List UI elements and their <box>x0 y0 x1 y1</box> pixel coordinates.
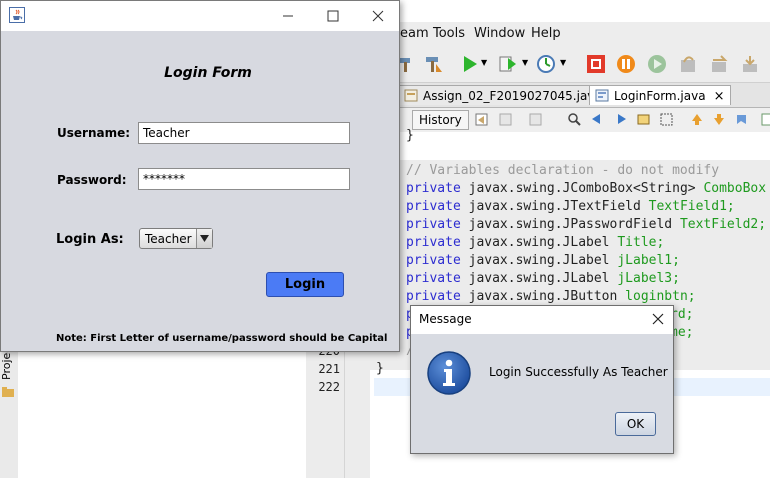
find-previous-icon[interactable] <box>590 112 605 127</box>
minimize-icon[interactable] <box>277 5 299 27</box>
folder-icon <box>2 387 14 397</box>
step-into-icon <box>712 55 728 72</box>
continue-icon <box>648 55 666 73</box>
code-brace: } <box>406 128 414 143</box>
next-bookmark-icon[interactable] <box>712 112 727 127</box>
java-file-icon <box>404 89 418 102</box>
note-text: Note: First Letter of username/password … <box>56 333 388 344</box>
stop-icon[interactable] <box>586 54 606 74</box>
login-as-label: Login As: <box>56 232 124 247</box>
line-number: 221 <box>318 362 340 376</box>
code-line: private javax.swing.JLabel jLabel3; <box>406 271 680 286</box>
form-file-icon <box>595 89 609 102</box>
username-field[interactable]: Teacher <box>138 122 350 144</box>
ok-button[interactable]: OK <box>615 412 656 436</box>
find-icon[interactable] <box>567 112 582 127</box>
line-number-gutter: 220 221 222 <box>306 330 345 478</box>
step-out-icon <box>743 56 757 72</box>
role-dropdown[interactable]: Teacher <box>139 228 213 249</box>
forward-icon <box>529 113 542 126</box>
chevron-down-icon <box>200 235 209 242</box>
run-icon[interactable] <box>460 54 480 74</box>
debug-icon[interactable] <box>498 54 518 74</box>
code-line: private javax.swing.JButton loginbtn; <box>406 289 696 304</box>
prev-bookmark-icon[interactable] <box>690 112 705 127</box>
message-dialog-titlebar[interactable]: Message <box>411 306 673 334</box>
role-selected-value: Teacher <box>145 232 192 246</box>
form-title: Login Form <box>164 65 252 81</box>
shift-left-icon[interactable] <box>760 112 770 127</box>
tab-label: LoginForm.java <box>614 89 706 103</box>
pause-icon[interactable] <box>616 54 636 74</box>
last-edit-icon[interactable] <box>474 112 489 127</box>
close-icon[interactable] <box>367 5 389 27</box>
code-closing-brace: } <box>376 361 384 376</box>
dialog-message: Login Successfully As Teacher <box>489 365 668 379</box>
login-button[interactable]: Login <box>266 272 344 297</box>
dialog-title: Message <box>419 312 472 326</box>
message-dialog: Message Login Successfully As Teacher OK <box>410 305 674 454</box>
java-cup-icon <box>9 7 25 23</box>
menu-tools[interactable]: Tools <box>433 26 465 41</box>
profile-dropdown-icon[interactable]: ▼ <box>560 58 580 78</box>
close-icon[interactable] <box>651 312 665 326</box>
tab-label: Assign_02_F2019027045.java <box>423 89 602 103</box>
tab-close-icon[interactable]: × <box>714 89 725 104</box>
username-label: Username: <box>57 126 131 140</box>
history-button[interactable]: History <box>412 110 469 130</box>
dropdown-arrow[interactable] <box>196 229 212 248</box>
clean-build-icon[interactable] <box>424 54 444 74</box>
maximize-icon[interactable] <box>322 5 344 27</box>
code-line: private javax.swing.JLabel jLabel1; <box>406 253 680 268</box>
tab-loginform[interactable]: LoginForm.java × <box>589 85 732 105</box>
menu-team[interactable]: eam <box>400 26 429 41</box>
find-next-icon[interactable] <box>613 112 628 127</box>
project-panel[interactable] <box>18 330 307 478</box>
find-selection-icon[interactable] <box>636 112 651 127</box>
toggle-bookmark-icon[interactable] <box>734 112 749 127</box>
code-line: private javax.swing.JTextField TextField… <box>406 199 735 214</box>
line-number: 222 <box>318 380 340 394</box>
login-window-titlebar[interactable] <box>1 1 399 31</box>
login-form-window: Login Form Username: Teacher Password: *… <box>0 0 400 352</box>
code-line: private javax.swing.JLabel Title; <box>406 235 665 250</box>
code-line: private javax.swing.JComboBox<String> Co… <box>406 181 767 196</box>
menu-help[interactable]: Help <box>531 26 561 41</box>
code-line: private javax.swing.JPasswordField TextF… <box>406 217 767 232</box>
projects-side-tab[interactable]: Projec <box>0 330 19 478</box>
code-comment: // Variables declaration - do not modify <box>406 163 720 178</box>
back-icon <box>499 113 512 126</box>
password-label: Password: <box>57 173 127 187</box>
toggle-highlight-icon[interactable] <box>659 112 674 127</box>
step-over-icon <box>681 56 695 72</box>
password-field[interactable]: ******* <box>138 168 350 190</box>
menu-window[interactable]: Window <box>474 26 525 41</box>
info-icon <box>427 351 471 395</box>
profile-icon[interactable] <box>536 54 556 74</box>
